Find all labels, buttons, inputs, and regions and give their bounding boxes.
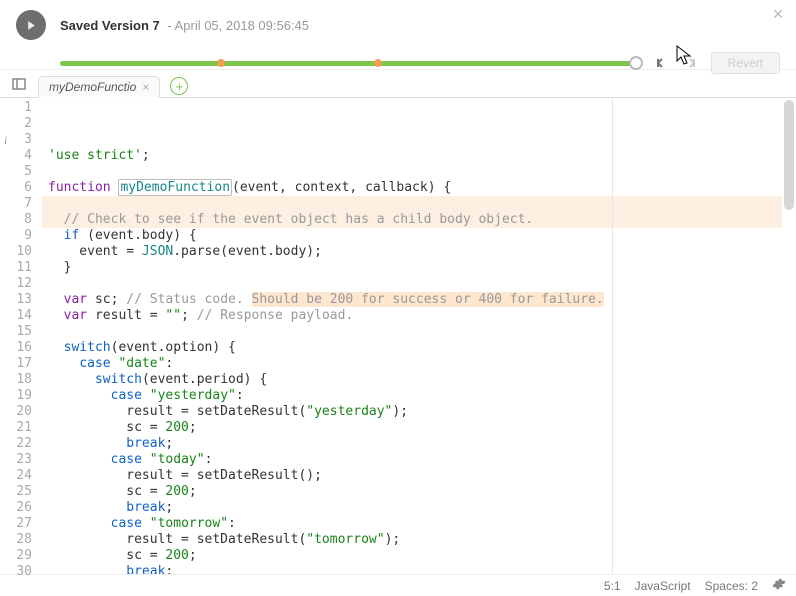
gutter-line: 21: [0, 420, 42, 436]
scrollbar[interactable]: [782, 98, 796, 574]
print-margin: [612, 98, 613, 574]
code-line[interactable]: 'use strict';: [42, 148, 782, 164]
gutter-info-icon[interactable]: i: [4, 132, 7, 148]
gutter-line: 18: [0, 372, 42, 388]
code-line[interactable]: sc = 200;: [42, 484, 782, 500]
code-line[interactable]: event = JSON.parse(event.body);: [42, 244, 782, 260]
code-line[interactable]: sc = 200;: [42, 548, 782, 564]
timeline-marker[interactable]: [217, 59, 225, 67]
timeline-marker[interactable]: [374, 59, 382, 67]
gutter-line: 24: [0, 468, 42, 484]
gutter-line: 10: [0, 244, 42, 260]
gutter-line: 28: [0, 532, 42, 548]
code-line[interactable]: result = setDateResult("yesterday");: [42, 404, 782, 420]
status-spaces[interactable]: Spaces: 2: [705, 579, 758, 593]
code-line[interactable]: var result = ""; // Response payload.: [42, 308, 782, 324]
code-line[interactable]: result = setDateResult("tomorrow");: [42, 532, 782, 548]
status-bar: 5:1 JavaScript Spaces: 2: [0, 574, 796, 596]
gutter-line: 26: [0, 500, 42, 516]
status-lang[interactable]: JavaScript: [635, 579, 691, 593]
code-line[interactable]: switch(event.period) {: [42, 372, 782, 388]
code-line[interactable]: case "today":: [42, 452, 782, 468]
code-line[interactable]: [42, 324, 782, 340]
tab-label: myDemoFunctio: [49, 80, 136, 94]
code-line[interactable]: break;: [42, 436, 782, 452]
timeline-track: [60, 61, 641, 66]
code-line[interactable]: var sc; // Status code. Should be 200 fo…: [42, 292, 782, 308]
version-date: - April 05, 2018 09:56:45: [167, 18, 309, 33]
play-button[interactable]: [16, 10, 46, 40]
code-line[interactable]: function myDemoFunction(event, context, …: [42, 180, 782, 196]
tab-bar: myDemoFunctio × +: [0, 70, 796, 98]
code-line[interactable]: // Check to see if the event object has …: [42, 212, 782, 228]
code-line[interactable]: case "yesterday":: [42, 388, 782, 404]
gutter-line: 3i: [0, 132, 42, 148]
status-pos[interactable]: 5:1: [604, 579, 621, 593]
gutter-line: 12: [0, 276, 42, 292]
gutter-line: 20: [0, 404, 42, 420]
code-area[interactable]: 'use strict'; function myDemoFunction(eve…: [42, 98, 782, 574]
revert-button[interactable]: Revert: [711, 52, 780, 74]
code-line[interactable]: case "date":: [42, 356, 782, 372]
gutter-line: 23: [0, 452, 42, 468]
version-title: Saved Version 7: [60, 18, 160, 33]
gutter-line: 17: [0, 356, 42, 372]
gutter-line: 2: [0, 116, 42, 132]
code-line[interactable]: break;: [42, 564, 782, 574]
code-line[interactable]: if (event.body) {: [42, 228, 782, 244]
tab-close-icon[interactable]: ×: [142, 80, 149, 94]
code-line[interactable]: sc = 200;: [42, 420, 782, 436]
gutter-line: 30: [0, 564, 42, 580]
gutter-line: 1: [0, 100, 42, 116]
gutter-line: 4: [0, 148, 42, 164]
gutter-line: 22: [0, 436, 42, 452]
gutter-line: 14: [0, 308, 42, 324]
code-line[interactable]: result = setDateResult();: [42, 468, 782, 484]
gutter-line: 19: [0, 388, 42, 404]
code-line[interactable]: }: [42, 260, 782, 276]
gutter-line: 9: [0, 228, 42, 244]
step-forward-button[interactable]: [681, 53, 701, 73]
gutter-line: 15: [0, 324, 42, 340]
timeline-handle[interactable]: [629, 56, 643, 70]
close-icon[interactable]: ✕: [772, 6, 784, 23]
gutter-line: 16: [0, 340, 42, 356]
step-back-button[interactable]: [651, 53, 671, 73]
gear-icon[interactable]: [772, 577, 786, 594]
code-line[interactable]: case "tomorrow":: [42, 516, 782, 532]
scrollbar-thumb[interactable]: [784, 100, 794, 210]
gutter-line: 8: [0, 212, 42, 228]
gutter-line: 25: [0, 484, 42, 500]
code-line[interactable]: [42, 276, 782, 292]
gutter-line: 29: [0, 548, 42, 564]
gutter-line: 13: [0, 292, 42, 308]
gutter-line: 5: [0, 164, 42, 180]
gutter: 123i456789101112131415161718192021222324…: [0, 98, 42, 574]
timeline[interactable]: [60, 54, 641, 72]
code-line[interactable]: break;: [42, 500, 782, 516]
tab-active[interactable]: myDemoFunctio ×: [38, 76, 160, 98]
gutter-line: 11: [0, 260, 42, 276]
version-bar: Saved Version 7 - April 05, 2018 09:56:4…: [0, 0, 796, 70]
editor: 123i456789101112131415161718192021222324…: [0, 98, 796, 574]
add-tab-button[interactable]: +: [170, 77, 188, 95]
code-line[interactable]: [42, 196, 782, 212]
gutter-line: 7: [0, 196, 42, 212]
gutter-line: 6: [0, 180, 42, 196]
gutter-line: 27: [0, 516, 42, 532]
code-line[interactable]: [42, 164, 782, 180]
drawer-icon[interactable]: [12, 78, 32, 97]
version-title-block: Saved Version 7 - April 05, 2018 09:56:4…: [60, 18, 309, 33]
code-line[interactable]: switch(event.option) {: [42, 340, 782, 356]
